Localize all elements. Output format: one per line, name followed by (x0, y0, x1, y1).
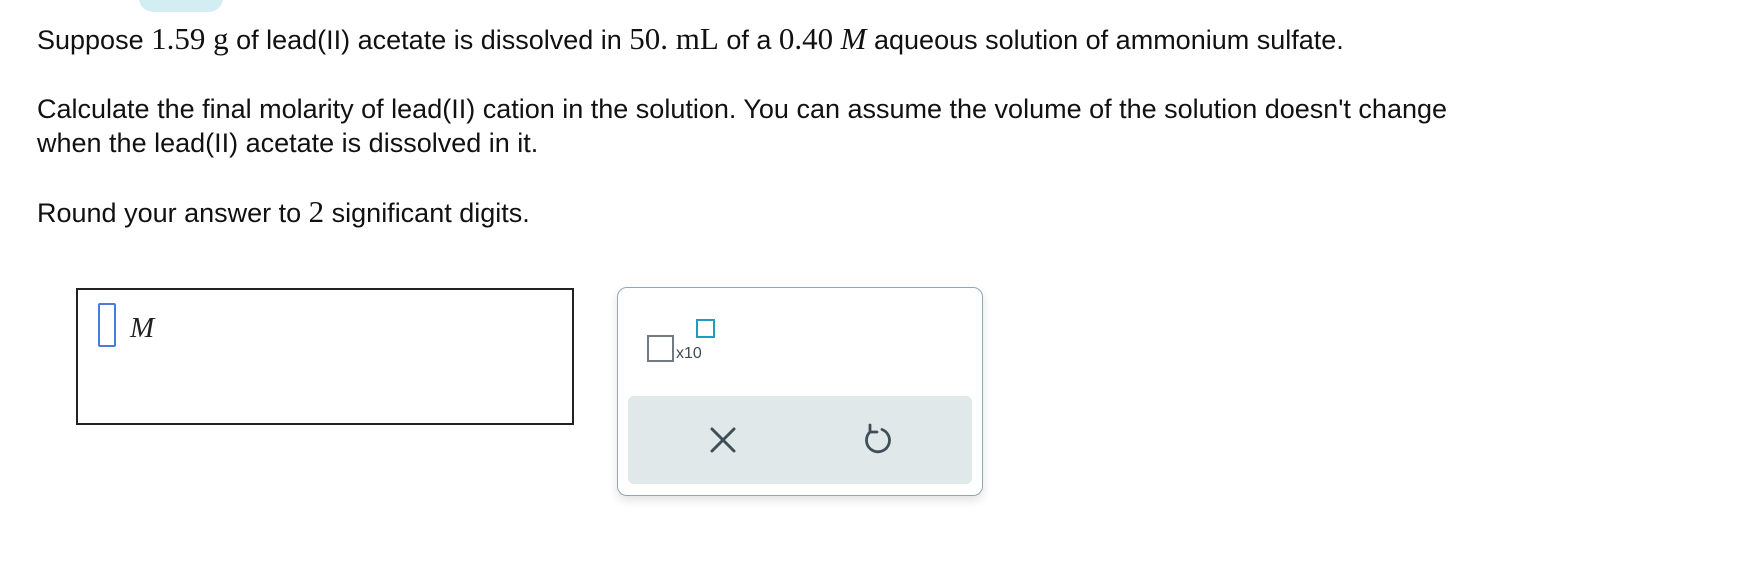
close-icon (710, 427, 736, 453)
text-segment: Suppose (37, 25, 152, 55)
answer-input-box[interactable]: M (76, 288, 574, 425)
problem-line-4: Round your answer to 2 significant digit… (37, 195, 1737, 230)
text-segment: of a (718, 25, 779, 55)
sig-digits-value: 2 (308, 194, 325, 229)
answer-input-slot[interactable] (98, 303, 116, 347)
exponent-box-icon (696, 319, 715, 338)
top-tab-indicator (139, 0, 223, 12)
concentration-value: 0.40 (778, 21, 834, 56)
text-segment: of lead(II) acetate is dissolved in (228, 25, 630, 55)
text-segment: aqueous solution of ammonium sulfate. (866, 25, 1344, 55)
math-tool-panel: x10 (617, 287, 983, 496)
problem-line-3: when the lead(II) acetate is dissolved i… (37, 128, 539, 158)
undo-button[interactable] (849, 412, 905, 468)
coefficient-box-icon (647, 335, 674, 362)
mass-value: 1.59 (151, 21, 206, 56)
x10-label: x10 (676, 345, 702, 362)
problem-statement: Suppose 1.59 g of lead(II) acetate is di… (37, 22, 1737, 230)
action-bar (628, 396, 972, 484)
answer-unit: M (130, 312, 155, 344)
volume-value: 50. (629, 21, 669, 56)
text-segment: Round your answer to (37, 198, 309, 228)
volume-unit: mL (668, 21, 719, 56)
undo-icon (865, 423, 891, 454)
scientific-notation-button[interactable]: x10 (647, 318, 717, 364)
problem-line-2: Calculate the final molarity of lead(II)… (37, 94, 1448, 124)
concentration-unit: M (840, 21, 867, 56)
clear-button[interactable] (695, 412, 751, 468)
problem-line-1: Suppose 1.59 g of lead(II) acetate is di… (37, 22, 1737, 57)
mass-unit: g (205, 21, 229, 56)
text-segment: significant digits. (324, 198, 530, 228)
